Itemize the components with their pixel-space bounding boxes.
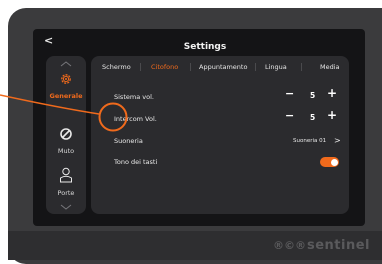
highlight-annotation: [0, 94, 128, 132]
